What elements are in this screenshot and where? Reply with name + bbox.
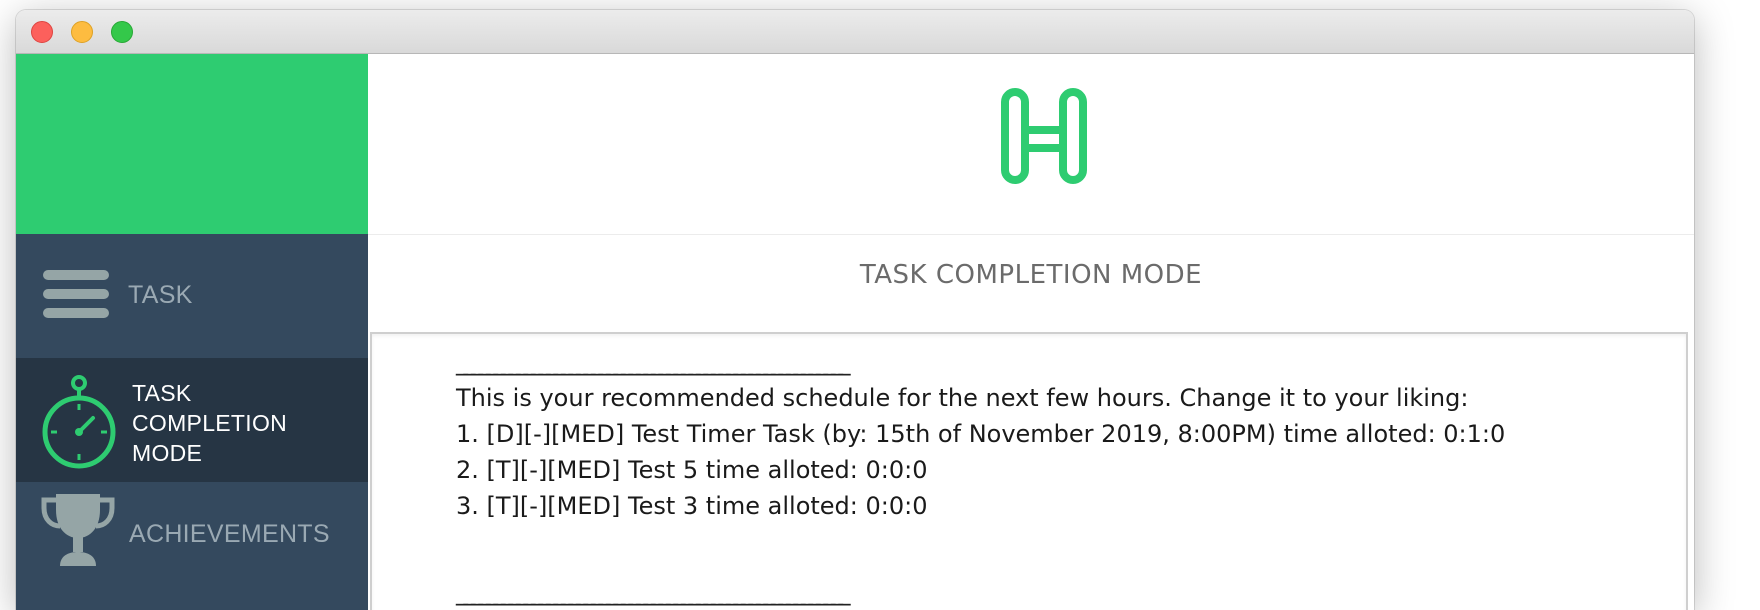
sidebar-item-task-completion-mode[interactable]: TASK COMPLETION MODE <box>16 358 368 482</box>
sidebar-item-label: TASK <box>128 281 193 309</box>
sidebar-header <box>16 54 368 234</box>
page-title: TASK COMPLETION MODE <box>859 260 1203 290</box>
separator-line: ________________________________________… <box>456 348 851 376</box>
schedule-output-list: ________________________________________… <box>456 344 1505 610</box>
schedule-output-panel[interactable]: ________________________________________… <box>370 332 1688 610</box>
output-line: 1. [D][-][MED] Test Timer Task (by: 15th… <box>456 420 1506 448</box>
sidebar: TASK TASK COMPLETION MODE ACHIEVEMENTS <box>16 54 368 610</box>
blank-line <box>456 524 1505 574</box>
trophy-icon <box>40 492 116 577</box>
title-bar <box>16 10 1694 54</box>
maximize-window-button[interactable] <box>111 21 133 43</box>
h-logo-icon <box>1001 88 1087 189</box>
minimize-window-button[interactable] <box>71 21 93 43</box>
output-line: This is your recommended schedule for th… <box>456 384 1469 412</box>
label-line: TASK <box>132 380 192 406</box>
label-line: MODE <box>132 440 203 466</box>
separator-line: ________________________________________… <box>456 578 851 606</box>
main-content: TASK COMPLETION MODE ___________________… <box>368 54 1694 610</box>
hamburger-menu-icon <box>43 270 109 323</box>
stopwatch-icon <box>41 374 117 475</box>
output-line: 2. [T][-][MED] Test 5 time alloted: 0:0:… <box>456 456 928 484</box>
label-line: COMPLETION <box>132 410 288 436</box>
app-window: TASK TASK COMPLETION MODE ACHIEVEMENTS T… <box>16 10 1694 610</box>
output-line: 3. [T][-][MED] Test 3 time alloted: 0:0:… <box>456 492 928 520</box>
sidebar-item-achievements[interactable]: ACHIEVEMENTS <box>16 486 368 610</box>
sidebar-item-task[interactable]: TASK <box>16 238 368 350</box>
sidebar-item-label: ACHIEVEMENTS <box>129 520 330 548</box>
sidebar-item-label: TASK COMPLETION MODE <box>132 378 332 468</box>
logo-header <box>368 54 1694 235</box>
close-window-button[interactable] <box>31 21 53 43</box>
